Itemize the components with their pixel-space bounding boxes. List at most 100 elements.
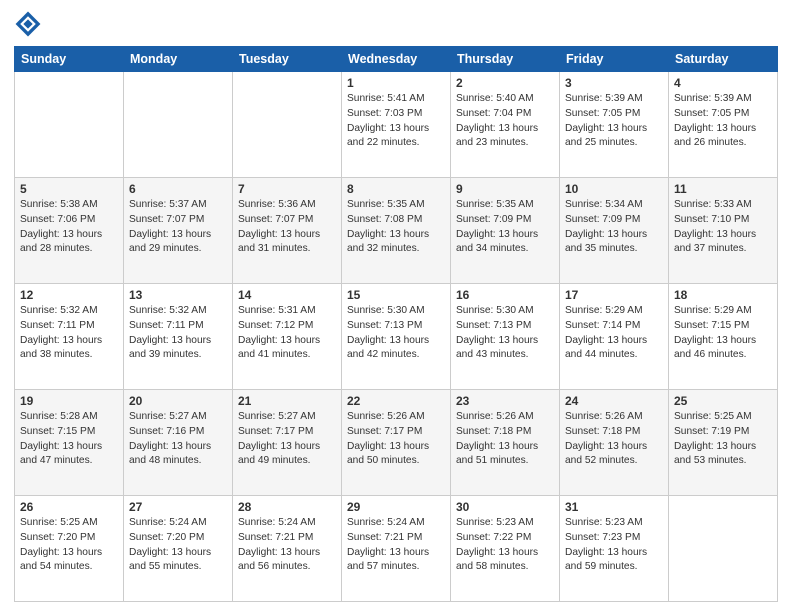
header [14,10,778,38]
cell-content: Sunrise: 5:26 AM Sunset: 7:17 PM Dayligh… [347,410,445,469]
calendar-table: SundayMondayTuesdayWednesdayThursdayFrid… [14,46,778,602]
day-number: 19 [20,394,118,408]
cell-content: Sunrise: 5:24 AM Sunset: 7:21 PM Dayligh… [238,516,336,575]
cell-content: Sunrise: 5:30 AM Sunset: 7:13 PM Dayligh… [456,304,554,363]
calendar-cell: 10 Sunrise: 5:34 AM Sunset: 7:09 PM Dayli… [560,178,669,284]
cell-content: Sunrise: 5:24 AM Sunset: 7:20 PM Dayligh… [129,516,227,575]
weekday-header: Wednesday [342,47,451,72]
calendar-cell: 18 Sunrise: 5:29 AM Sunset: 7:15 PM Dayli… [669,284,778,390]
day-number: 6 [129,182,227,196]
page: SundayMondayTuesdayWednesdayThursdayFrid… [0,0,792,612]
calendar-cell [233,72,342,178]
calendar-cell: 2 Sunrise: 5:40 AM Sunset: 7:04 PM Daylig… [451,72,560,178]
calendar-cell: 27 Sunrise: 5:24 AM Sunset: 7:20 PM Dayli… [124,496,233,602]
calendar-cell: 21 Sunrise: 5:27 AM Sunset: 7:17 PM Dayli… [233,390,342,496]
cell-content: Sunrise: 5:31 AM Sunset: 7:12 PM Dayligh… [238,304,336,363]
cell-content: Sunrise: 5:35 AM Sunset: 7:08 PM Dayligh… [347,198,445,257]
day-number: 20 [129,394,227,408]
cell-content: Sunrise: 5:23 AM Sunset: 7:22 PM Dayligh… [456,516,554,575]
day-number: 29 [347,500,445,514]
calendar-cell: 3 Sunrise: 5:39 AM Sunset: 7:05 PM Daylig… [560,72,669,178]
weekday-header: Tuesday [233,47,342,72]
calendar-cell: 7 Sunrise: 5:36 AM Sunset: 7:07 PM Daylig… [233,178,342,284]
logo-icon [14,10,42,38]
calendar-cell: 1Sunrise: 5:41 AM Sunset: 7:03 PM Daylig… [342,72,451,178]
cell-content: Sunrise: 5:37 AM Sunset: 7:07 PM Dayligh… [129,198,227,257]
day-number: 4 [674,76,772,90]
cell-content: Sunrise: 5:27 AM Sunset: 7:16 PM Dayligh… [129,410,227,469]
weekday-header: Friday [560,47,669,72]
day-number: 3 [565,76,663,90]
calendar-cell [669,496,778,602]
day-number: 2 [456,76,554,90]
day-number: 26 [20,500,118,514]
day-number: 28 [238,500,336,514]
calendar-cell: 9 Sunrise: 5:35 AM Sunset: 7:09 PM Daylig… [451,178,560,284]
cell-content: Sunrise: 5:41 AM Sunset: 7:03 PM Dayligh… [347,92,445,151]
calendar-cell: 12 Sunrise: 5:32 AM Sunset: 7:11 PM Dayli… [15,284,124,390]
cell-content: Sunrise: 5:27 AM Sunset: 7:17 PM Dayligh… [238,410,336,469]
day-number: 13 [129,288,227,302]
day-number: 14 [238,288,336,302]
day-number: 17 [565,288,663,302]
calendar-cell: 22Sunrise: 5:26 AM Sunset: 7:17 PM Dayli… [342,390,451,496]
day-number: 15 [347,288,445,302]
day-number: 5 [20,182,118,196]
day-number: 21 [238,394,336,408]
calendar-cell [124,72,233,178]
calendar-cell: 31 Sunrise: 5:23 AM Sunset: 7:23 PM Dayli… [560,496,669,602]
calendar-cell: 5 Sunrise: 5:38 AM Sunset: 7:06 PM Daylig… [15,178,124,284]
calendar-cell: 24 Sunrise: 5:26 AM Sunset: 7:18 PM Dayli… [560,390,669,496]
day-number: 25 [674,394,772,408]
calendar-cell: 17 Sunrise: 5:29 AM Sunset: 7:14 PM Dayli… [560,284,669,390]
day-number: 27 [129,500,227,514]
calendar-cell: 30 Sunrise: 5:23 AM Sunset: 7:22 PM Dayli… [451,496,560,602]
weekday-header: Sunday [15,47,124,72]
day-number: 10 [565,182,663,196]
cell-content: Sunrise: 5:34 AM Sunset: 7:09 PM Dayligh… [565,198,663,257]
cell-content: Sunrise: 5:32 AM Sunset: 7:11 PM Dayligh… [129,304,227,363]
cell-content: Sunrise: 5:39 AM Sunset: 7:05 PM Dayligh… [565,92,663,151]
cell-content: Sunrise: 5:33 AM Sunset: 7:10 PM Dayligh… [674,198,772,257]
calendar-cell: 26 Sunrise: 5:25 AM Sunset: 7:20 PM Dayli… [15,496,124,602]
cell-content: Sunrise: 5:24 AM Sunset: 7:21 PM Dayligh… [347,516,445,575]
calendar-cell: 11 Sunrise: 5:33 AM Sunset: 7:10 PM Dayli… [669,178,778,284]
day-number: 31 [565,500,663,514]
calendar-cell: 19 Sunrise: 5:28 AM Sunset: 7:15 PM Dayli… [15,390,124,496]
weekday-header: Monday [124,47,233,72]
day-number: 12 [20,288,118,302]
calendar-cell: 29 Sunrise: 5:24 AM Sunset: 7:21 PM Dayli… [342,496,451,602]
day-number: 23 [456,394,554,408]
cell-content: Sunrise: 5:38 AM Sunset: 7:06 PM Dayligh… [20,198,118,257]
day-number: 11 [674,182,772,196]
cell-content: Sunrise: 5:40 AM Sunset: 7:04 PM Dayligh… [456,92,554,151]
weekday-header: Thursday [451,47,560,72]
calendar-cell: 20 Sunrise: 5:27 AM Sunset: 7:16 PM Dayli… [124,390,233,496]
calendar-cell: 28 Sunrise: 5:24 AM Sunset: 7:21 PM Dayli… [233,496,342,602]
calendar-cell [15,72,124,178]
calendar-cell: 6 Sunrise: 5:37 AM Sunset: 7:07 PM Daylig… [124,178,233,284]
calendar-cell: 14 Sunrise: 5:31 AM Sunset: 7:12 PM Dayli… [233,284,342,390]
logo [14,10,46,38]
cell-content: Sunrise: 5:36 AM Sunset: 7:07 PM Dayligh… [238,198,336,257]
day-number: 7 [238,182,336,196]
cell-content: Sunrise: 5:32 AM Sunset: 7:11 PM Dayligh… [20,304,118,363]
day-number: 30 [456,500,554,514]
cell-content: Sunrise: 5:29 AM Sunset: 7:15 PM Dayligh… [674,304,772,363]
calendar-cell: 25Sunrise: 5:25 AM Sunset: 7:19 PM Dayli… [669,390,778,496]
day-number: 8 [347,182,445,196]
cell-content: Sunrise: 5:39 AM Sunset: 7:05 PM Dayligh… [674,92,772,151]
calendar-cell: 23 Sunrise: 5:26 AM Sunset: 7:18 PM Dayli… [451,390,560,496]
cell-content: Sunrise: 5:26 AM Sunset: 7:18 PM Dayligh… [565,410,663,469]
day-number: 18 [674,288,772,302]
day-number: 9 [456,182,554,196]
day-number: 24 [565,394,663,408]
cell-content: Sunrise: 5:25 AM Sunset: 7:20 PM Dayligh… [20,516,118,575]
cell-content: Sunrise: 5:23 AM Sunset: 7:23 PM Dayligh… [565,516,663,575]
cell-content: Sunrise: 5:35 AM Sunset: 7:09 PM Dayligh… [456,198,554,257]
cell-content: Sunrise: 5:28 AM Sunset: 7:15 PM Dayligh… [20,410,118,469]
cell-content: Sunrise: 5:29 AM Sunset: 7:14 PM Dayligh… [565,304,663,363]
calendar-cell: 16Sunrise: 5:30 AM Sunset: 7:13 PM Dayli… [451,284,560,390]
cell-content: Sunrise: 5:26 AM Sunset: 7:18 PM Dayligh… [456,410,554,469]
calendar-cell: 15Sunrise: 5:30 AM Sunset: 7:13 PM Dayli… [342,284,451,390]
